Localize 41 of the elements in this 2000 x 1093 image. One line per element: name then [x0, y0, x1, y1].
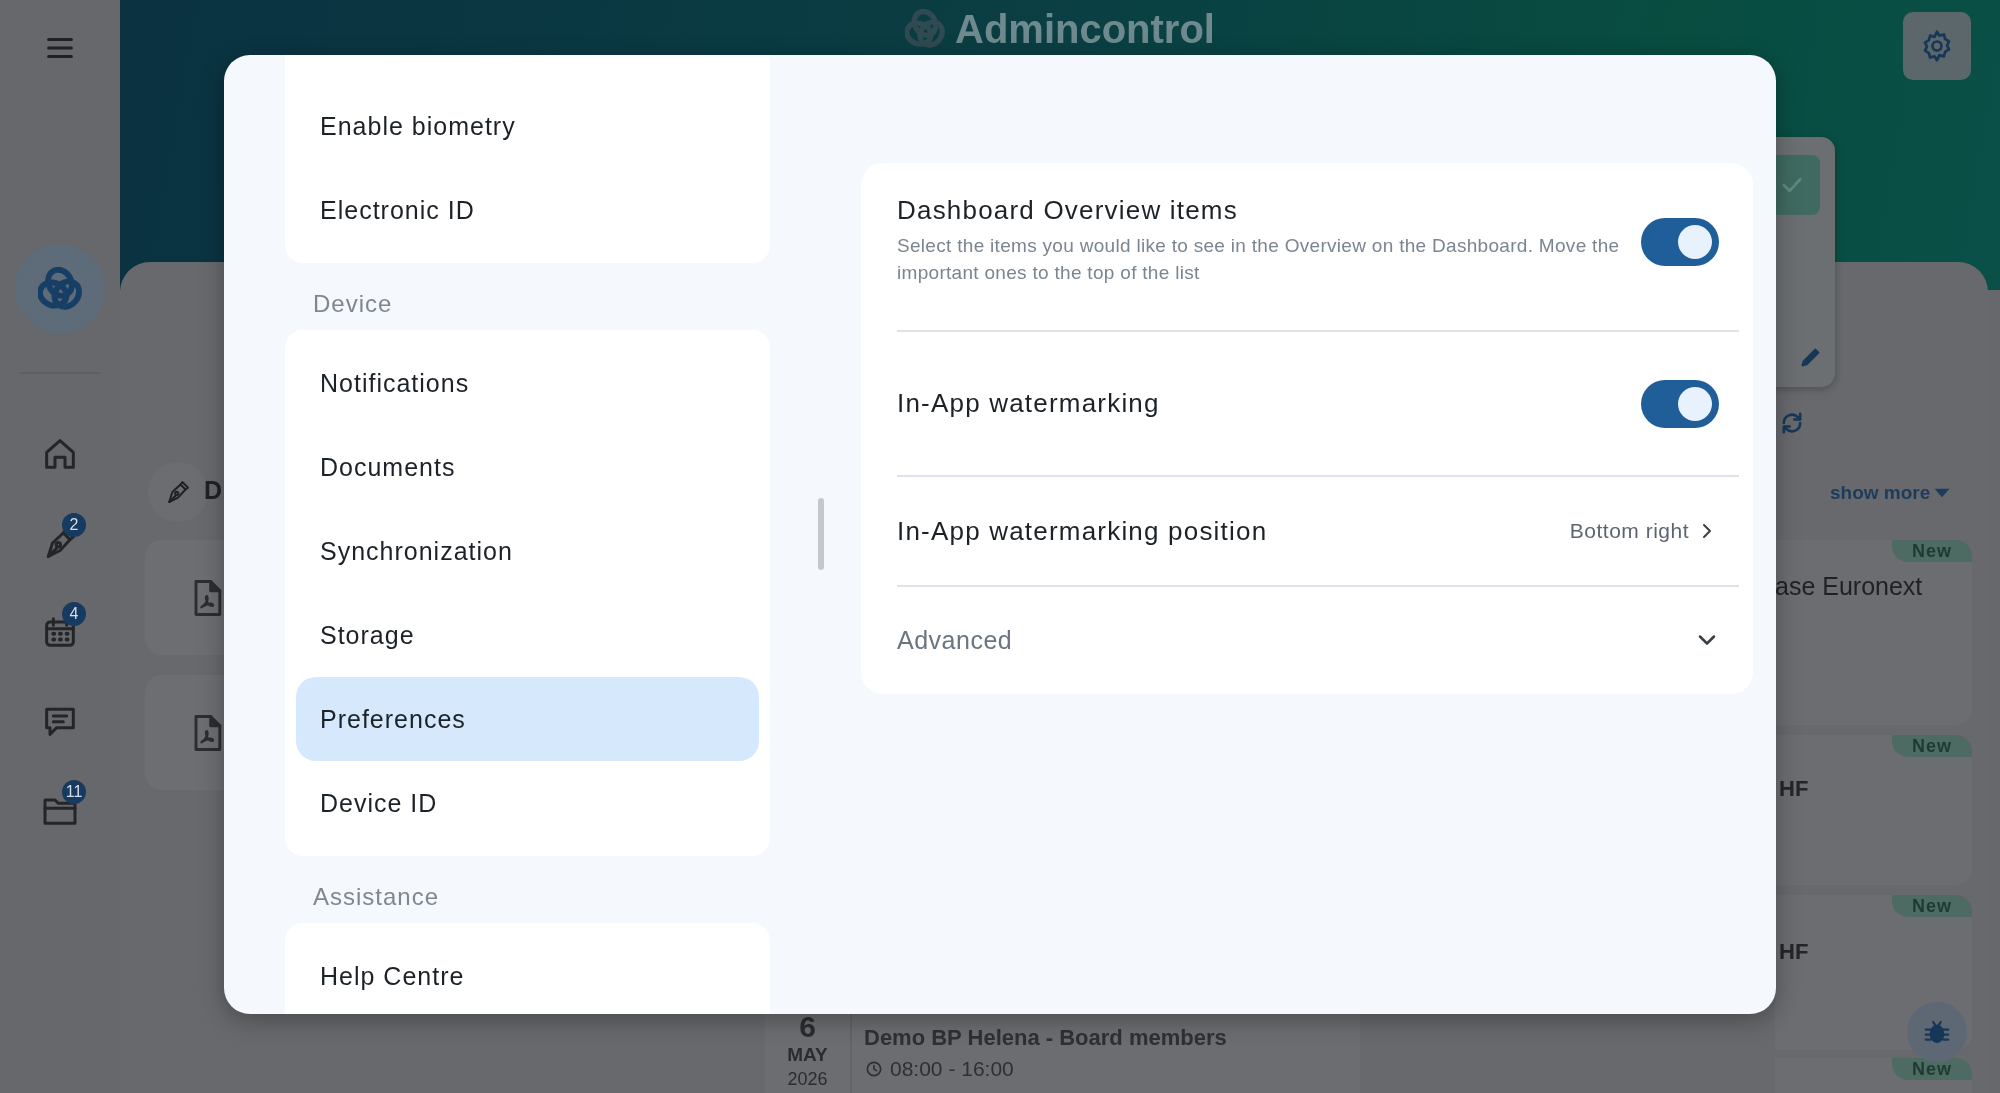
- card-title: HF: [1779, 776, 1809, 802]
- section-heading: Assistance: [312, 882, 441, 912]
- advanced-expander[interactable]: Advanced: [897, 587, 1739, 693]
- setting-title: Advanced: [897, 625, 1014, 655]
- section-title: D: [204, 476, 223, 505]
- count-badge: 4: [62, 602, 86, 626]
- menu-item[interactable]: Documents: [296, 425, 759, 509]
- confirm-button[interactable]: [1776, 155, 1820, 215]
- card-title: ase Euronext: [1775, 572, 1923, 601]
- setting-title: In-App watermarking position: [897, 515, 1269, 547]
- setting-row[interactable]: In-App watermarking position Bottom right: [897, 477, 1739, 587]
- knot-logo-icon: [905, 9, 945, 49]
- count-badge: 11: [62, 780, 86, 804]
- scrollbar-thumb[interactable]: [818, 498, 824, 570]
- menu-item[interactable]: Enable biometry: [296, 84, 759, 168]
- event-year: 2026: [787, 1069, 828, 1090]
- knot-logo-icon: [38, 267, 82, 311]
- setting-title: In-App watermarking: [897, 388, 1161, 419]
- settings-button[interactable]: [1903, 12, 1971, 80]
- menu-item[interactable]: Device ID: [296, 761, 759, 845]
- setting-title: Dashboard Overview items: [897, 195, 1239, 226]
- setting-description: Select the items you would like to see in the Overview on the Dashboard. Move the important ones to the top of the list: [897, 234, 1621, 285]
- app-title: Admincontrol: [955, 6, 1215, 52]
- event-day: 6: [799, 1012, 816, 1042]
- event-title: Demo BP Helena - Board members: [864, 1025, 1227, 1051]
- clock-icon: [864, 1059, 884, 1079]
- setting-value: Bottom right: [1569, 519, 1689, 543]
- event-month: MAY: [787, 1044, 828, 1066]
- caret-icon: [1934, 488, 1951, 498]
- menu-item[interactable]: Help Centre: [296, 934, 759, 1014]
- menu-item[interactable]: Synchronization: [296, 509, 759, 593]
- menu-item[interactable]: Electronic ID: [296, 168, 759, 252]
- toggle-switch[interactable]: [1641, 379, 1719, 428]
- section-heading: Device: [312, 289, 394, 319]
- menu-item[interactable]: Notifications: [296, 341, 759, 425]
- event-time: 08:00 - 16:00: [890, 1057, 1014, 1081]
- toggle-switch[interactable]: [1641, 217, 1719, 266]
- card-title: HF: [1779, 938, 1809, 965]
- menu-item[interactable]: Storage: [296, 593, 759, 677]
- menu-item[interactable]: Preferences: [296, 677, 759, 761]
- count-badge: 2: [62, 513, 86, 537]
